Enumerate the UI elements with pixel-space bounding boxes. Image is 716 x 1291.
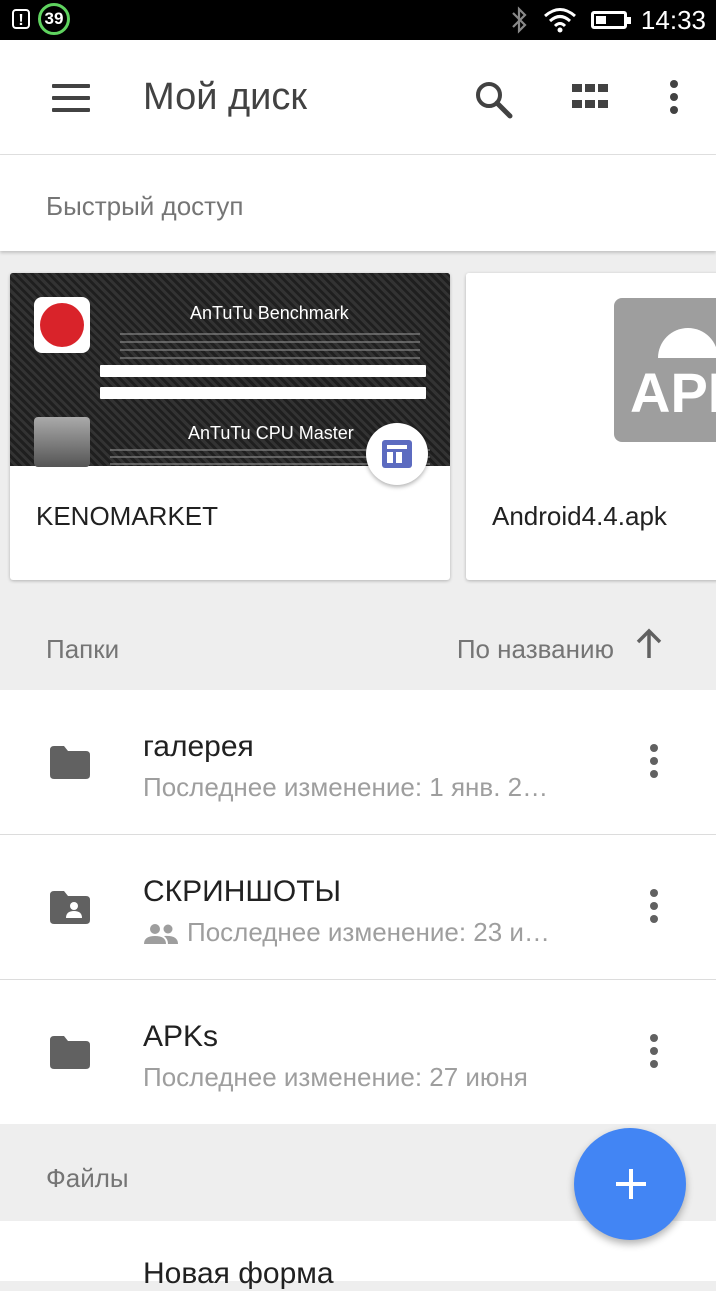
folder-icon <box>50 746 90 779</box>
add-button[interactable] <box>574 1128 686 1240</box>
more-options-icon[interactable] <box>644 744 664 784</box>
menu-icon[interactable] <box>52 84 90 112</box>
folders-label: Папки <box>46 634 120 664</box>
folders-header: Папки По названию <box>0 596 716 692</box>
antutu-cpu-logo-icon <box>34 417 90 467</box>
folder-title: галерея <box>143 730 254 763</box>
folder-icon <box>50 1036 90 1069</box>
search-icon[interactable] <box>472 78 516 122</box>
more-options-icon[interactable] <box>664 80 684 120</box>
folder-subtitle: Последнее изменение: 1 янв. 2… <box>143 772 549 802</box>
alert-icon: ! <box>12 9 30 29</box>
card-thumbnail: APK <box>466 273 716 466</box>
arrow-up-icon[interactable] <box>634 626 664 662</box>
status-bar: ! 39 14:33 <box>0 0 716 40</box>
quick-access-label: Быстрый доступ <box>46 191 244 221</box>
more-options-icon[interactable] <box>644 889 664 929</box>
form-type-badge <box>366 423 428 485</box>
app-bar: Мой диск <box>0 40 716 155</box>
folder-subtitle: Последнее изменение: 27 июня <box>143 1062 528 1092</box>
people-icon <box>144 924 178 945</box>
notification-count-badge: 39 <box>38 3 70 35</box>
file-title: Новая форма <box>143 1257 334 1290</box>
list-item[interactable]: СКРИНШОТЫ Последнее изменение: 23 и… <box>0 835 716 980</box>
bluetooth-icon <box>512 6 527 34</box>
sort-button[interactable]: По названию <box>457 634 614 665</box>
folder-title: СКРИНШОТЫ <box>143 875 342 908</box>
shared-folder-icon <box>50 891 90 924</box>
card-name: Android4.4.apk <box>492 501 667 531</box>
thumb-title: AnTuTu CPU Master <box>188 423 354 443</box>
android-icon <box>658 328 716 358</box>
clock: 14:33 <box>640 4 706 35</box>
apk-file-icon: APK <box>614 298 716 442</box>
apk-label: APK <box>630 361 716 424</box>
google-forms-icon <box>382 440 412 468</box>
battery-icon <box>590 11 631 29</box>
quick-access-header: Быстрый доступ <box>0 155 716 251</box>
quick-access-card-kenomarket[interactable]: AnTuTu Benchmark AnTuTu CPU Master KENOM… <box>10 273 450 580</box>
list-item[interactable]: APKs Последнее изменение: 27 июня <box>0 980 716 1124</box>
files-label: Файлы <box>46 1163 129 1193</box>
folder-list: галерея Последнее изменение: 1 янв. 2… С… <box>0 690 716 1124</box>
wifi-icon <box>543 8 576 33</box>
folder-subtitle: Последнее изменение: 23 и… <box>187 917 550 947</box>
folder-subtitle-row: Последнее изменение: 23 и… <box>143 917 550 948</box>
more-options-icon[interactable] <box>644 1034 664 1074</box>
antutu-logo-icon <box>34 297 90 353</box>
card-name: KENOMARKET <box>36 501 219 531</box>
list-item[interactable]: галерея Последнее изменение: 1 янв. 2… <box>0 690 716 835</box>
grid-view-icon[interactable] <box>572 84 608 112</box>
folder-title: APKs <box>143 1020 219 1053</box>
page-title: Мой диск <box>143 76 308 118</box>
thumb-title: AnTuTu Benchmark <box>190 303 349 323</box>
quick-access-card-apk[interactable]: APK Android4.4.apk <box>466 273 716 580</box>
